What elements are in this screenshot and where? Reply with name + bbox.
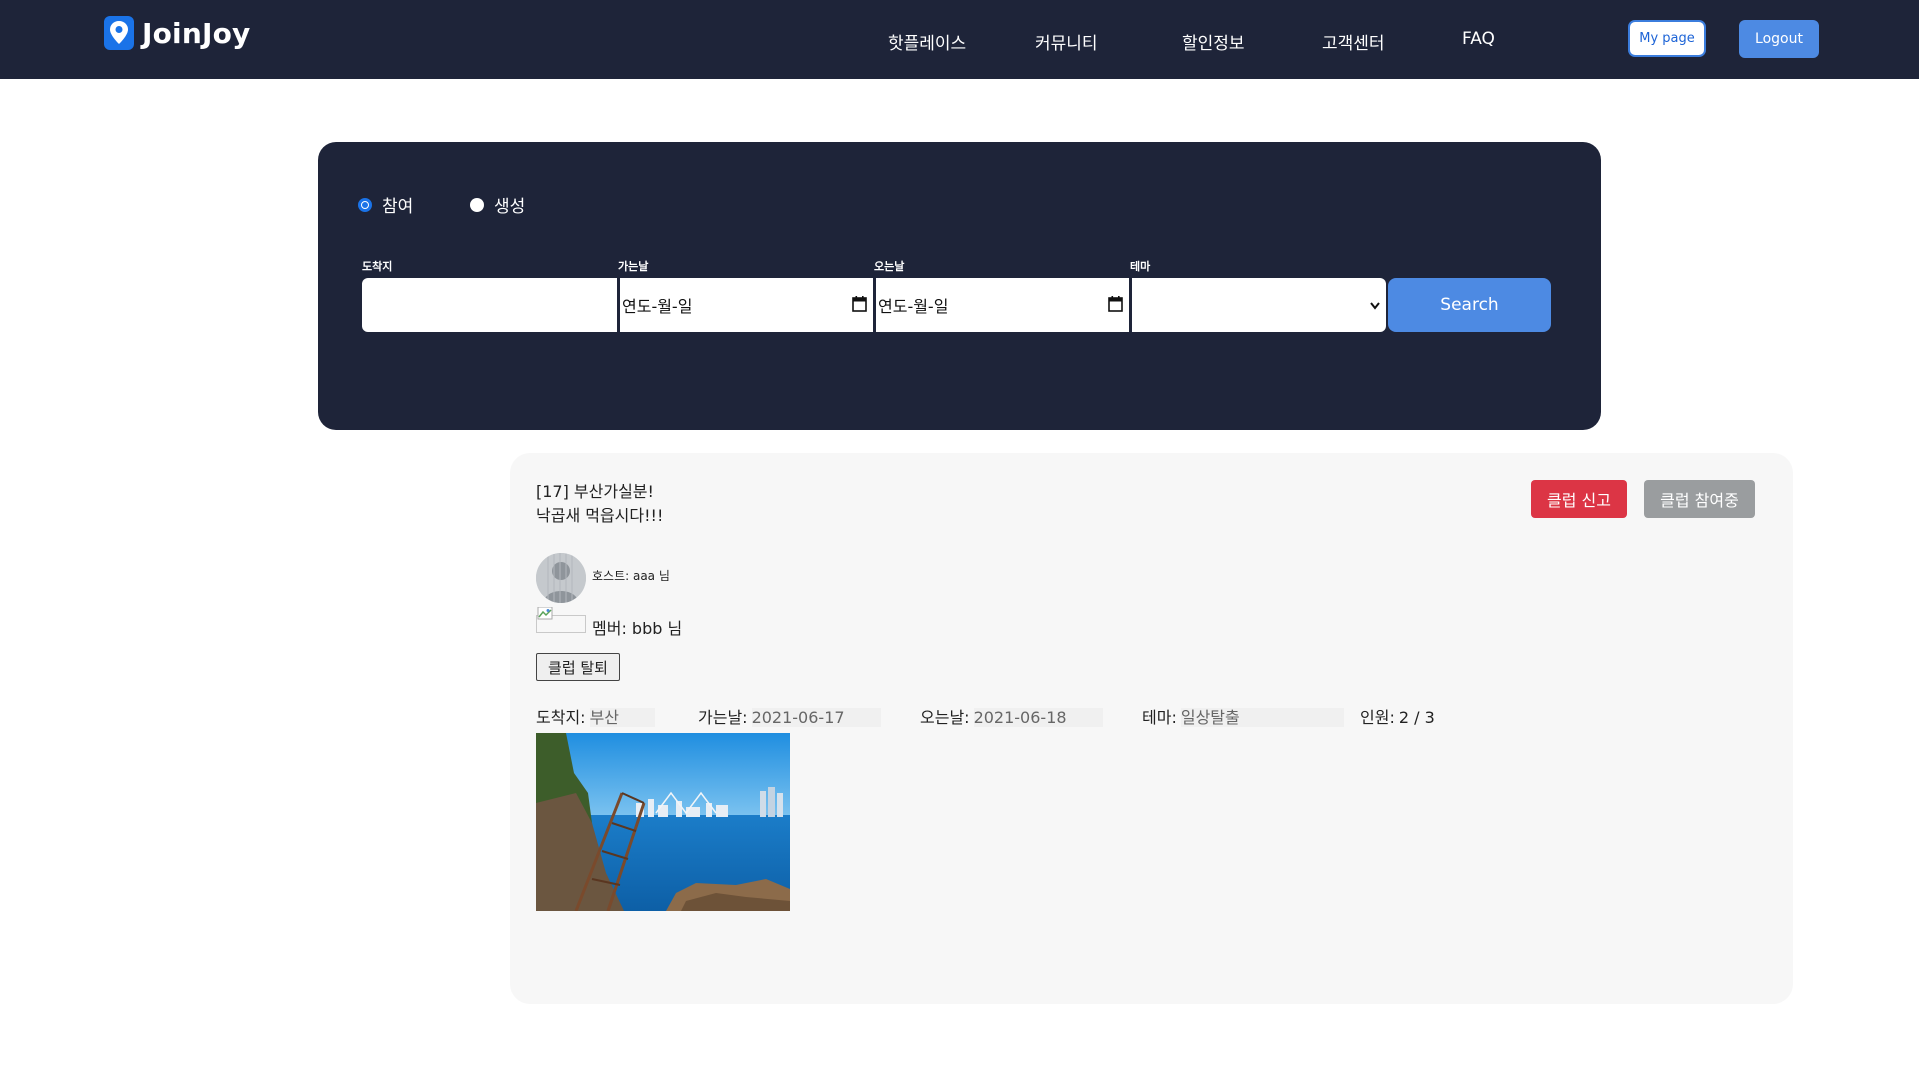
club-title-line1: [17] 부산가실분! [536, 482, 654, 501]
radio-join-label: 참여 [382, 197, 414, 217]
nav-item-discount[interactable]: 할인정보 [1182, 29, 1245, 54]
destination-input[interactable] [362, 278, 617, 332]
club-title: [17] 부산가실분! 낙곱새 먹읍시다!!! [536, 480, 663, 528]
info-theme-value: 일상탈출 [1180, 708, 1344, 727]
user-silhouette-icon [536, 553, 586, 603]
search-button[interactable]: Search [1388, 278, 1551, 332]
info-destination: 도착지: 부산 [536, 707, 656, 729]
member-avatar-broken [536, 606, 586, 633]
calendar-icon[interactable] [1108, 296, 1123, 312]
theme-select[interactable] [1130, 278, 1386, 332]
member-name: 멤버: bbb 님 [592, 619, 683, 638]
top-navbar: JoinJoy 핫플레이스 커뮤니티 할인정보 고객센터 FAQ My page… [0, 0, 1919, 79]
return-date-value: 연도-월-일 [878, 297, 949, 316]
broken-image-icon [536, 606, 586, 633]
info-depart-value: 2021-06-17 [751, 708, 881, 727]
nav-item-support[interactable]: 고객센터 [1322, 29, 1385, 54]
info-destination-key: 도착지: [536, 708, 586, 727]
nav-item-hotplace[interactable]: 핫플레이스 [888, 29, 966, 54]
club-leave-button[interactable]: 클럽 탈퇴 [536, 653, 620, 681]
radio-create-label: 생성 [494, 197, 526, 217]
radio-create[interactable] [470, 197, 484, 212]
radio-create-option[interactable]: 생성 [470, 192, 525, 217]
logout-button[interactable]: Logout [1739, 20, 1819, 58]
calendar-icon[interactable] [852, 296, 867, 312]
return-label: 오는날 [874, 260, 905, 273]
info-people: 인원: 2 / 3 [1360, 707, 1435, 729]
nav-item-community[interactable]: 커뮤니티 [1035, 29, 1098, 54]
info-people-value: 2 / 3 [1398, 708, 1435, 727]
club-destination-photo [536, 733, 790, 911]
mypage-button[interactable]: My page [1628, 20, 1706, 57]
info-return-value: 2021-06-18 [973, 708, 1103, 727]
theme-label: 테마 [1130, 260, 1151, 273]
info-return: 오는날: 2021-06-18 [920, 707, 1103, 729]
search-panel: 참여 생성 도착지 가는날 오는날 테마 연도-월-일 연도-월-일 Searc… [318, 142, 1601, 430]
brand-name: JoinJoy [142, 16, 251, 50]
chevron-down-icon [1370, 302, 1380, 310]
radio-join-option[interactable]: 참여 [358, 192, 413, 217]
info-destination-value: 부산 [589, 708, 656, 727]
brand-logo[interactable]: JoinJoy [104, 16, 251, 50]
info-theme: 테마: 일상탈출 [1142, 707, 1344, 729]
info-depart-key: 가는날: [698, 708, 748, 727]
info-people-key: 인원: [1360, 708, 1395, 727]
depart-date-value: 연도-월-일 [622, 297, 693, 316]
info-theme-key: 테마: [1142, 708, 1177, 727]
club-joined-button[interactable]: 클럽 참여중 [1644, 480, 1755, 518]
depart-label: 가는날 [618, 260, 649, 273]
club-title-line2: 낙곱새 먹읍시다!!! [536, 506, 664, 525]
club-card: [17] 부산가실분! 낙곱새 먹읍시다!!! 클럽 신고 클럽 참여중 호스트… [510, 453, 1793, 1004]
host-name: 호스트: aaa 님 [592, 569, 670, 583]
nav-item-faq[interactable]: FAQ [1462, 29, 1495, 49]
depart-date-input[interactable]: 연도-월-일 [618, 278, 873, 332]
club-report-button[interactable]: 클럽 신고 [1531, 480, 1627, 518]
info-return-key: 오는날: [920, 708, 970, 727]
destination-label: 도착지 [362, 260, 393, 273]
info-depart: 가는날: 2021-06-17 [698, 707, 881, 729]
return-date-input[interactable]: 연도-월-일 [874, 278, 1129, 332]
radio-join[interactable] [358, 197, 372, 212]
location-pin-icon [104, 16, 134, 50]
host-avatar [536, 553, 586, 603]
